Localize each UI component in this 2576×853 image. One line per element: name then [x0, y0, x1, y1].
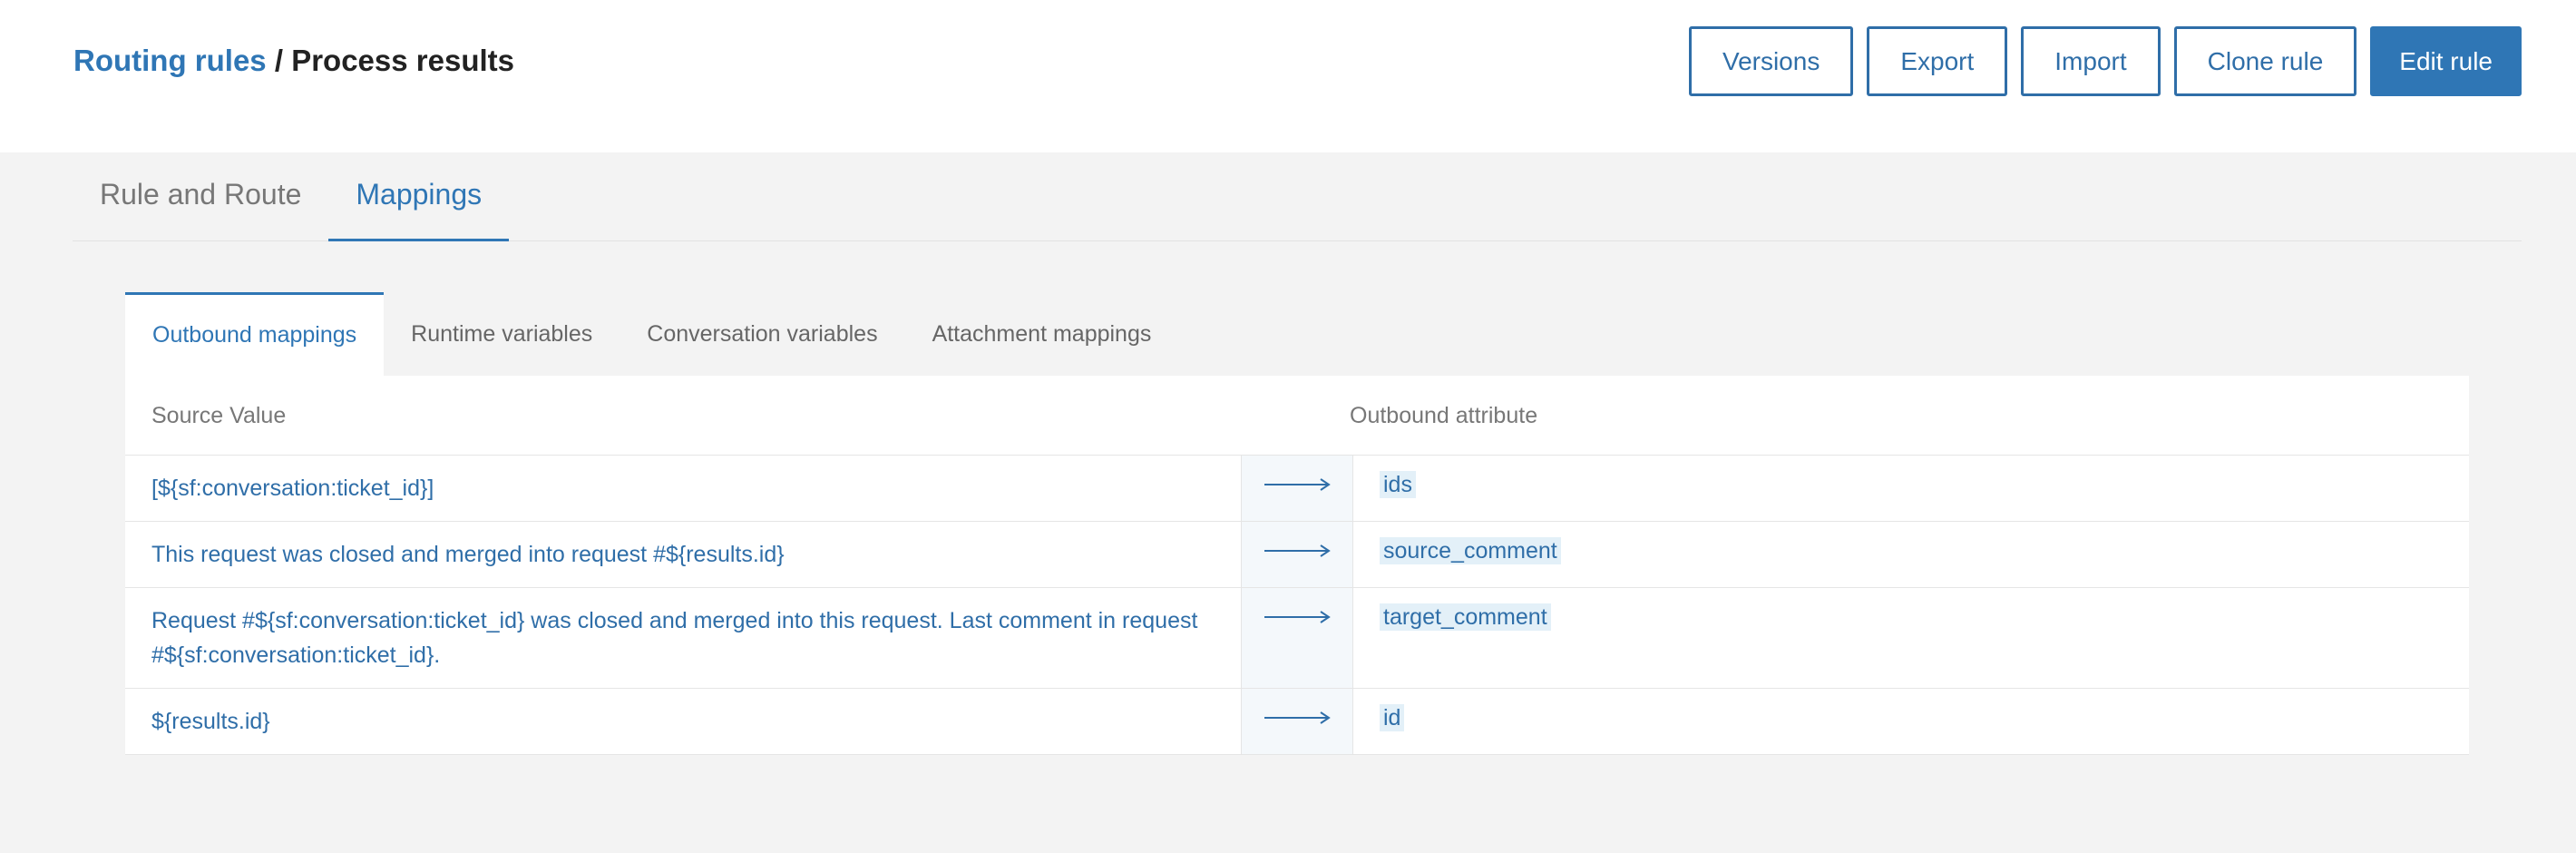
table-row: [${sf:conversation:ticket_id}] ids — [125, 456, 2469, 522]
attribute-tag: target_comment — [1380, 603, 1551, 631]
arrow-right-icon — [1264, 478, 1331, 491]
tab-rule-and-route[interactable]: Rule and Route — [73, 152, 328, 241]
mappings-panel: Outbound mappings Runtime variables Conv… — [125, 292, 2469, 755]
arrow-right-icon — [1264, 711, 1331, 724]
column-header-outbound-attribute: Outbound attribute — [1350, 403, 1538, 428]
breadcrumb: Routing rules / Process results — [73, 40, 514, 82]
outbound-attribute-cell: source_comment — [1353, 522, 2469, 587]
export-button[interactable]: Export — [1867, 26, 2008, 96]
attribute-tag: id — [1380, 704, 1405, 731]
tab-mappings[interactable]: Mappings — [328, 152, 510, 241]
versions-button[interactable]: Versions — [1688, 26, 1854, 96]
header-actions: Versions Export Import Clone rule Edit r… — [1688, 26, 2522, 96]
outbound-attribute-cell: id — [1353, 689, 2469, 754]
header-bar: Routing rules / Process results Versions… — [0, 0, 2576, 152]
mapping-arrow-cell — [1241, 689, 1353, 754]
tab-conversation-variables[interactable]: Conversation variables — [620, 292, 904, 376]
mapping-arrow-cell — [1241, 588, 1353, 688]
tab-outbound-mappings[interactable]: Outbound mappings — [125, 292, 385, 376]
mapping-sub-tabs: Outbound mappings Runtime variables Conv… — [125, 292, 2469, 376]
breadcrumb-separator: / — [266, 44, 292, 77]
attribute-tag: ids — [1380, 471, 1416, 498]
edit-rule-button[interactable]: Edit rule — [2370, 26, 2522, 96]
mapping-arrow-cell — [1241, 522, 1353, 587]
column-header-source-value: Source Value — [151, 403, 287, 428]
outbound-attribute-cell: ids — [1353, 456, 2469, 521]
table-row: Request #${sf:conversation:ticket_id} wa… — [125, 588, 2469, 689]
tab-runtime-variables[interactable]: Runtime variables — [384, 292, 620, 376]
breadcrumb-link-routing-rules[interactable]: Routing rules — [73, 44, 267, 77]
tab-attachment-mappings[interactable]: Attachment mappings — [905, 292, 1179, 376]
attribute-tag: source_comment — [1380, 537, 1561, 564]
source-value-cell: ${results.id} — [151, 709, 270, 734]
table-row: ${results.id} id — [125, 689, 2469, 755]
source-value-cell: This request was closed and merged into … — [151, 542, 785, 567]
import-button[interactable]: Import — [2021, 26, 2161, 96]
table-row: This request was closed and merged into … — [125, 522, 2469, 588]
arrow-right-icon — [1264, 611, 1331, 623]
table-header: Source Value Outbound attribute — [125, 376, 2469, 456]
outbound-attribute-cell: target_comment — [1353, 588, 2469, 688]
clone-rule-button[interactable]: Clone rule — [2173, 26, 2357, 96]
main-tabs: Rule and Route Mappings — [73, 152, 2522, 241]
source-value-cell: Request #${sf:conversation:ticket_id} wa… — [151, 608, 1198, 668]
outbound-mappings-table: Source Value Outbound attribute [${sf:co… — [125, 376, 2469, 755]
arrow-right-icon — [1264, 544, 1331, 557]
source-value-cell: [${sf:conversation:ticket_id}] — [151, 476, 434, 501]
page-title: Process results — [291, 44, 514, 77]
mapping-arrow-cell — [1241, 456, 1353, 521]
